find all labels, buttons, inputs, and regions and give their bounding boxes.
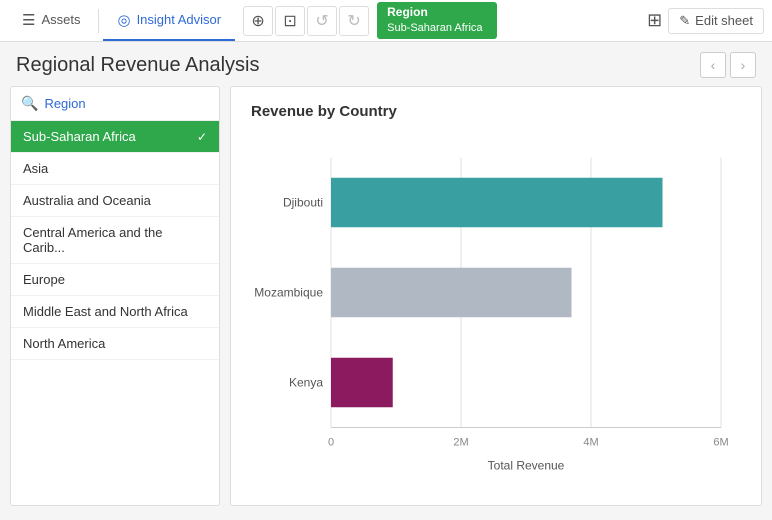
assets-icon: ☰: [22, 11, 35, 29]
bar-label-mozambique: Mozambique: [254, 286, 323, 300]
main-content: 🔍 Region Sub-Saharan Africa ✓ Asia Australi…: [10, 86, 762, 506]
bar-mozambique[interactable]: [331, 268, 572, 318]
sidebar-item-label: Europe: [23, 272, 65, 287]
grid-icon[interactable]: ⊞: [647, 10, 662, 31]
x-tick-label: 6M: [713, 437, 728, 449]
check-icon: ✓: [197, 130, 207, 144]
revenue-chart-svg: 0 2M 4M 6M Djibouti Mozambique Kenya Total Reve…: [251, 136, 741, 489]
zoom-in-button[interactable]: ⊕: [243, 6, 273, 36]
sidebar-item-label: North America: [23, 336, 105, 351]
sidebar-item-asia[interactable]: Asia: [11, 153, 219, 185]
tab-assets-label: Assets: [41, 12, 80, 27]
zoom-fit-button[interactable]: ⊡: [275, 6, 305, 36]
sidebar-item-central-america[interactable]: Central America and the Carib...: [11, 217, 219, 264]
region-tag-subtitle: Sub-Saharan Africa: [387, 21, 487, 36]
page-title: Regional Revenue Analysis: [16, 54, 260, 77]
sidebar-item-sub-saharan[interactable]: Sub-Saharan Africa ✓: [11, 121, 219, 153]
x-tick-label: 4M: [583, 437, 598, 449]
bar-kenya[interactable]: [331, 358, 393, 408]
sidebar-item-europe[interactable]: Europe: [11, 264, 219, 296]
region-tag[interactable]: Region Sub-Saharan Africa: [377, 2, 497, 38]
zoom-in-icon: ⊕: [251, 11, 264, 31]
top-bar: ☰ Assets ◎ Insight Advisor ⊕ ⊡ ↺ ↻ Regio…: [0, 0, 772, 42]
search-icon: 🔍: [21, 95, 38, 112]
sidebar-item-australia[interactable]: Australia and Oceania: [11, 185, 219, 217]
x-tick-label: 2M: [453, 437, 468, 449]
chart-title: Revenue by Country: [251, 103, 741, 120]
chart-area: 0 2M 4M 6M Djibouti Mozambique Kenya Total Reve…: [251, 136, 741, 489]
region-tag-title: Region: [387, 4, 487, 21]
insight-icon: ◎: [117, 11, 130, 29]
bar-djibouti[interactable]: [331, 178, 663, 228]
bar-label-djibouti: Djibouti: [283, 196, 323, 210]
nav-prev-button[interactable]: ‹: [700, 52, 726, 78]
sidebar-item-label: Middle East and North Africa: [23, 304, 188, 319]
undo-icon: ↺: [315, 11, 328, 31]
search-label[interactable]: Region: [44, 96, 85, 111]
bar-label-kenya: Kenya: [289, 376, 323, 390]
redo-button[interactable]: ↻: [339, 6, 369, 36]
page-header: Regional Revenue Analysis ‹ ›: [0, 42, 772, 86]
edit-sheet-button[interactable]: ✎ Edit sheet: [668, 8, 764, 34]
x-tick-label: 0: [328, 437, 334, 449]
tab-insight-label: Insight Advisor: [137, 12, 222, 27]
x-axis-label: Total Revenue: [488, 459, 565, 473]
sidebar-item-north-america[interactable]: North America: [11, 328, 219, 360]
sidebar: 🔍 Region Sub-Saharan Africa ✓ Asia Australi…: [10, 86, 220, 506]
search-row: 🔍 Region: [11, 87, 219, 121]
sidebar-item-label: Central America and the Carib...: [23, 225, 207, 255]
nav-next-button[interactable]: ›: [730, 52, 756, 78]
undo-button[interactable]: ↺: [307, 6, 337, 36]
right-icons: ⊞ ✎ Edit sheet: [647, 8, 764, 34]
sidebar-item-label: Sub-Saharan Africa: [23, 129, 136, 144]
sidebar-item-label: Australia and Oceania: [23, 193, 151, 208]
sidebar-item-middle-east[interactable]: Middle East and North Africa: [11, 296, 219, 328]
sidebar-item-label: Asia: [23, 161, 48, 176]
chart-panel: Revenue by Country 0 2M 4M 6M Djibouti Mozamb…: [230, 86, 762, 506]
zoom-fit-icon: ⊡: [283, 11, 296, 31]
edit-icon: ✎: [679, 13, 690, 29]
redo-icon: ↻: [347, 11, 360, 31]
sidebar-list: Sub-Saharan Africa ✓ Asia Australia and Oce…: [11, 121, 219, 505]
tab-divider: [98, 9, 99, 33]
edit-sheet-label: Edit sheet: [695, 13, 753, 28]
tab-insight[interactable]: ◎ Insight Advisor: [103, 0, 235, 41]
nav-arrows: ‹ ›: [700, 52, 756, 78]
tab-assets[interactable]: ☰ Assets: [8, 0, 94, 41]
toolbar-icons: ⊕ ⊡ ↺ ↻: [243, 6, 369, 36]
